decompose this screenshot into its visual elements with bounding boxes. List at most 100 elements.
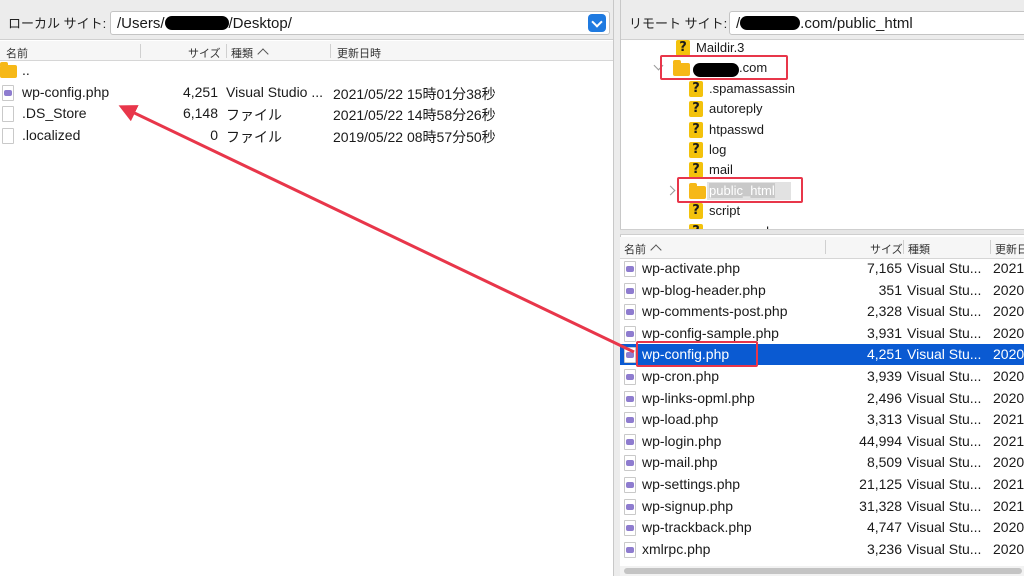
remote-file-row[interactable]: wp-activate.php 7,165 Visual Stu... 2021 (620, 259, 1024, 279)
remote-file-row[interactable]: wp-trackback.php 4,747 Visual Stu... 2020 (620, 517, 1024, 538)
file-modified: 2020 (993, 519, 1024, 536)
file-size: 2,328 (866, 303, 902, 320)
tree-node[interactable]: ? log (621, 140, 1024, 160)
annotation-box-domain-folder (660, 55, 788, 80)
local-file-row[interactable]: .localized 0 ファイル 2019/05/22 08時57分50秒 (0, 125, 613, 146)
local-path-input[interactable]: /Users/ /Desktop/ (110, 11, 610, 35)
file-type: Visual Stu... (907, 454, 982, 471)
tree-node-label: script (709, 203, 741, 219)
remote-column-header: 名前 サイズ 種類 更新日 (620, 237, 1024, 259)
file-size: 4,251 (182, 83, 218, 100)
file-modified: 2020 (993, 303, 1024, 320)
file-size: 6,148 (182, 105, 218, 121)
local-site-bar: ローカル サイト: /Users/ /Desktop/ (0, 0, 613, 40)
remote-file-row[interactable]: wp-login.php 44,994 Visual Stu... 2021 (620, 431, 1024, 452)
local-file-row[interactable]: wp-config.php 4,251 Visual Studio ... 2021/… (0, 82, 613, 103)
file-size: 31,328 (859, 497, 902, 514)
folder-icon (0, 62, 17, 78)
file-name: wp-signup.php (642, 497, 734, 514)
file-modified: 2020 (993, 324, 1024, 341)
local-file-row[interactable]: .. (0, 60, 613, 81)
file-type: ファイル (226, 128, 282, 145)
file-modified: 2021 (993, 497, 1024, 514)
file-name: wp-comments-post.php (642, 303, 788, 320)
remote-col-size[interactable]: サイズ (870, 241, 903, 257)
remote-col-type[interactable]: 種類 (908, 241, 930, 257)
file-modified: 2019/05/22 08時57分50秒 (333, 128, 496, 145)
scrollbar-thumb[interactable] (624, 568, 1022, 574)
remote-col-modified[interactable]: 更新日 (995, 241, 1024, 257)
php-file-icon (624, 282, 636, 299)
tree-node-label: autoreply (709, 101, 763, 117)
php-file-icon (624, 304, 636, 321)
remote-file-row[interactable]: wp-cron.php 3,939 Visual Stu... 2020 (620, 366, 1024, 387)
tree-node[interactable]: ? autoreply (621, 99, 1024, 119)
file-name: wp-cron.php (642, 368, 720, 384)
remote-file-row[interactable]: wp-load.php 3,313 Visual Stu... 2021 (620, 409, 1024, 430)
file-type: Visual Stu... (907, 389, 982, 406)
local-site-label: ローカル サイト: (8, 16, 107, 31)
file-name: wp-blog-header.php (642, 281, 766, 298)
file-name: wp-links-opml.php (642, 389, 755, 406)
file-type: Visual Stu... (907, 432, 982, 449)
question-icon: ? (689, 203, 703, 220)
file-modified: 2020 (993, 454, 1024, 471)
local-col-size[interactable]: サイズ (188, 45, 221, 61)
file-size: 44,994 (859, 432, 902, 449)
file-size: 8,509 (866, 454, 902, 471)
file-modified: 2021 (993, 476, 1024, 492)
question-icon: ? (676, 40, 690, 56)
file-size: 21,125 (859, 476, 902, 492)
local-col-modified[interactable]: 更新日時 (337, 45, 381, 61)
redacted-username (164, 16, 229, 30)
chevron-right-icon[interactable] (665, 185, 676, 196)
file-type: Visual Stu... (907, 281, 982, 298)
tree-node[interactable]: ? htpasswd (621, 120, 1024, 140)
file-size: 3,931 (866, 324, 902, 341)
tree-node[interactable]: ? .spamassassin (621, 79, 1024, 99)
remote-file-row[interactable]: wp-signup.php 31,328 Visual Stu... 2021 (620, 496, 1024, 517)
file-type: Visual Stu... (907, 540, 982, 557)
file-size: 7,165 (866, 260, 902, 276)
horizontal-scrollbar[interactable] (620, 566, 1024, 576)
question-icon: ? (689, 162, 703, 179)
remote-file-row[interactable]: wp-blog-header.php 351 Visual Stu... 2020 (620, 280, 1024, 301)
file-modified: 2021 (993, 260, 1024, 276)
file-icon (2, 106, 14, 122)
local-path-dropdown-button[interactable] (588, 14, 606, 32)
remote-file-row[interactable]: wp-mail.php 8,509 Visual Stu... 2020 (620, 452, 1024, 473)
remote-file-row[interactable]: wp-comments-post.php 2,328 Visual Stu... 20… (620, 301, 1024, 322)
file-size: 3,939 (866, 368, 902, 384)
php-file-icon (624, 498, 636, 515)
local-col-type[interactable]: 種類 (231, 45, 269, 61)
file-name: wp-login.php (642, 432, 722, 449)
remote-file-row[interactable]: xmlrpc.php 3,236 Visual Stu... 2020 (620, 539, 1024, 560)
file-name: wp-activate.php (642, 260, 741, 276)
remote-col-name[interactable]: 名前 (624, 241, 662, 257)
question-icon: ? (689, 142, 703, 158)
remote-file-row[interactable]: wp-links-opml.php 2,496 Visual Stu... 2020 (620, 388, 1024, 409)
file-type: Visual Stu... (907, 476, 982, 492)
local-col-name[interactable]: 名前 (6, 45, 28, 61)
file-size: 3,313 (866, 411, 902, 428)
php-file-icon (624, 347, 636, 364)
local-file-row[interactable]: .DS_Store 6,148 ファイル 2021/05/22 14時58分26秒 (0, 103, 613, 124)
file-size: 0 (210, 126, 218, 143)
tree-node[interactable]: ? script (621, 201, 1024, 221)
file-name: .. (22, 62, 30, 78)
remote-file-row[interactable]: wp-settings.php 21,125 Visual Stu... 2021 (620, 474, 1024, 495)
redacted-domain (740, 16, 801, 30)
file-modified: 2020 (993, 346, 1024, 363)
file-type: Visual Stu... (907, 260, 982, 276)
file-name: wp-load.php (642, 411, 719, 428)
remote-path-input[interactable]: / .com/public_html (729, 11, 1024, 35)
tree-node-label: Maildir.3 (696, 40, 745, 55)
file-name: wp-settings.php (642, 476, 741, 492)
file-modified: 2020 (993, 540, 1024, 557)
file-name: wp-config-sample.php (642, 324, 779, 341)
php-file-icon (624, 261, 636, 277)
local-site-pane: ローカル サイト: /Users/ /Desktop/ 名前 サイズ 種類 更新日… (0, 0, 614, 576)
tree-node[interactable]: ?xserver_php (621, 222, 1024, 229)
pane-splitter[interactable] (620, 229, 1024, 235)
local-path-prefix: /Users/ (117, 15, 165, 32)
